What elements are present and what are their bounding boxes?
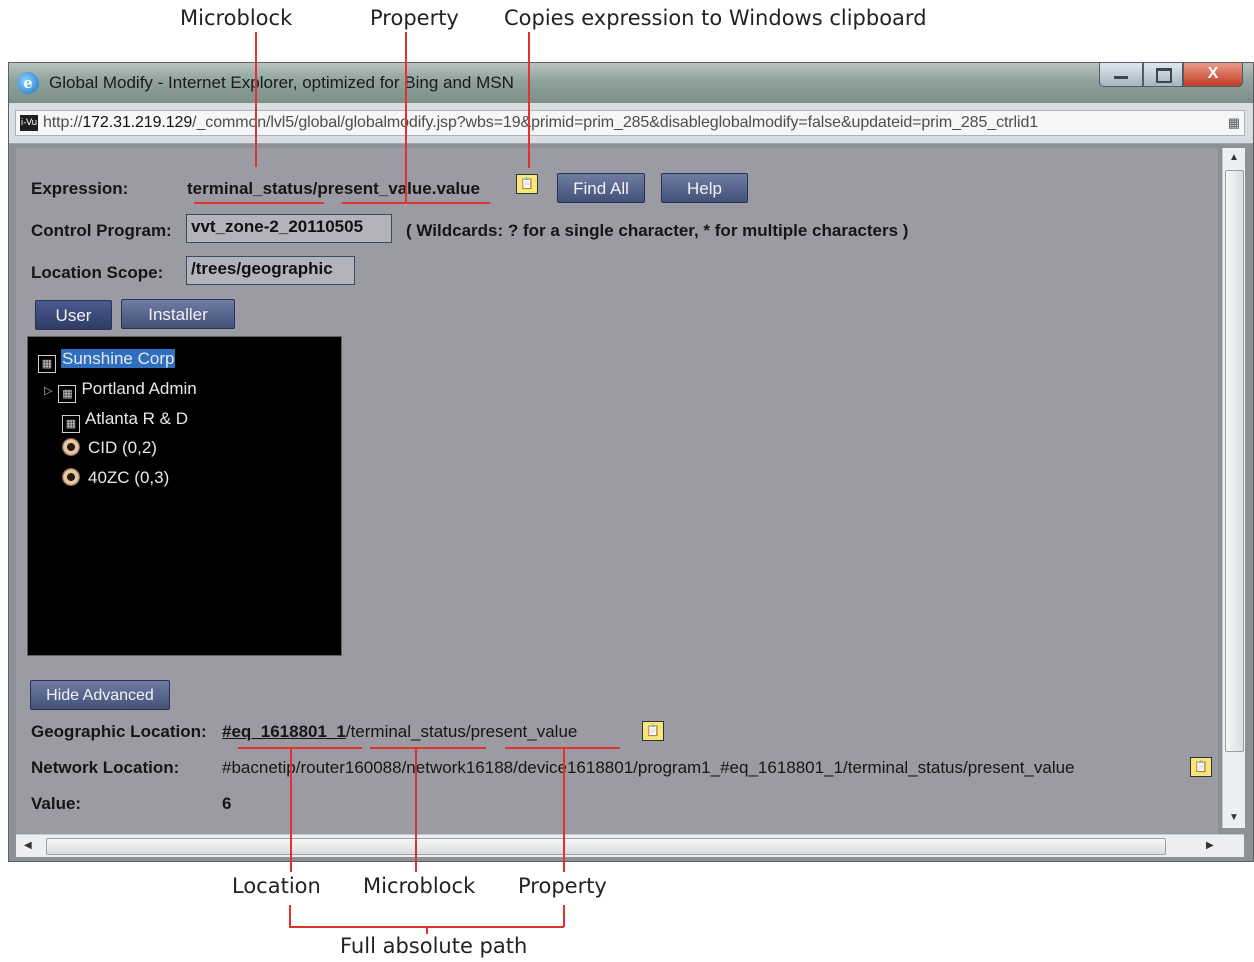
window-title: Global Modify - Internet Explorer, optim… [49,73,514,92]
tree-node-icon: ▦ [62,415,80,433]
tree-item-atlanta[interactable]: ▦ Atlanta R & D [62,409,188,433]
scroll-left-icon[interactable]: ◀ [24,840,32,851]
close-icon: X [1207,65,1219,82]
expression-value[interactable]: terminal_status/present_value.value [187,179,480,199]
tab-user[interactable]: User [35,300,112,330]
bracket-line [289,905,291,927]
compatibility-view-icon[interactable]: ▦ [1228,115,1240,131]
horizontal-scrollbar[interactable]: ◀ ▶ [16,834,1244,857]
site-icon: i-Vu [20,115,38,131]
annotation-underline [342,202,490,204]
device-icon [62,438,80,456]
geographic-location-label: Geographic Location: [31,722,207,741]
horizontal-scroll-thumb[interactable] [46,838,1166,855]
clipboard-icon[interactable]: 📋 [1190,757,1212,777]
wildcards-note: ( Wildcards: ? for a single character, *… [406,221,909,240]
value-readout: 6 [222,794,232,813]
global-modify-panel: Expression: terminal_status/present_valu… [16,148,1218,838]
callout-property-top: Property [370,6,459,30]
url-text: http://172.31.219.129/_common/lvl5/globa… [43,114,1039,131]
vertical-scrollbar[interactable]: ▲ ▼ [1222,148,1245,828]
device-icon [62,468,80,486]
scroll-down-icon[interactable]: ▼ [1229,812,1239,823]
tree-node-icon: ▦ [38,355,56,373]
bracket-line [563,905,565,927]
tree-root-node[interactable]: ▦ Sunshine Corp [38,349,176,373]
tab-installer[interactable]: Installer [121,299,235,329]
control-program-label: Control Program: [31,221,172,240]
location-scope-field[interactable]: /trees/geographic [186,256,355,285]
value-label: Value: [31,794,82,813]
clipboard-icon[interactable]: 📋 [516,174,538,194]
internet-explorer-icon: e [17,72,39,94]
callout-location: Location [232,874,321,898]
control-program-field[interactable]: vvt_zone-2_20110505 [186,214,392,243]
annotation-line [528,32,530,168]
title-bar: e Global Modify - Internet Explorer, opt… [9,63,1253,103]
address-bar: i-Vu http://172.31.219.129/_common/lvl5/… [9,103,1253,144]
vertical-scroll-thumb[interactable] [1225,170,1244,752]
find-all-button[interactable]: Find All [557,173,645,203]
callout-property-bottom: Property [518,874,607,898]
expression-label: Expression: [31,179,129,198]
annotation-line [405,32,407,204]
annotation-underline [194,202,324,204]
scroll-right-icon[interactable]: ▶ [1206,840,1214,851]
hide-advanced-button[interactable]: Hide Advanced [30,680,170,710]
annotation-underline [238,747,362,749]
maximize-button[interactable] [1143,63,1183,87]
tree-item-portland[interactable]: ▷ ▦ Portland Admin [44,379,197,403]
help-button[interactable]: Help [661,173,748,203]
network-location-label: Network Location: [31,758,180,777]
callout-microblock-bottom: Microblock [363,874,476,898]
location-scope-label: Location Scope: [31,263,164,282]
tree-node-icon: ▦ [58,385,77,403]
chevron-right-icon[interactable]: ▷ [44,385,52,397]
annotation-line [563,747,565,872]
url-field[interactable]: i-Vu http://172.31.219.129/_common/lvl5/… [15,110,1245,136]
close-button[interactable]: X [1183,63,1243,87]
annotation-line [255,32,257,167]
annotation-line [415,747,417,872]
network-location-value: #bacnetip/router160088/network16188/devi… [222,758,1075,777]
callout-copies-expression: Copies expression to Windows clipboard [504,6,927,30]
callout-full-absolute-path: Full absolute path [340,934,528,958]
bracket-line [426,926,428,934]
tree-item-cid[interactable]: CID (0,2) [62,438,157,458]
scroll-up-icon[interactable]: ▲ [1229,152,1239,163]
clipboard-icon[interactable]: 📋 [642,721,664,741]
callout-microblock-top: Microblock [180,6,293,30]
annotation-line [290,747,292,872]
minimize-button[interactable] [1099,63,1143,87]
geographic-location-value[interactable]: #eq_1618801_1/terminal_status/present_va… [222,722,577,742]
tree-item-40zc[interactable]: 40ZC (0,3) [62,468,169,488]
annotation-underline [370,747,486,749]
location-tree: ▦ Sunshine Corp ▷ ▦ Portland Admin ▦ Atlanta… [27,336,342,656]
